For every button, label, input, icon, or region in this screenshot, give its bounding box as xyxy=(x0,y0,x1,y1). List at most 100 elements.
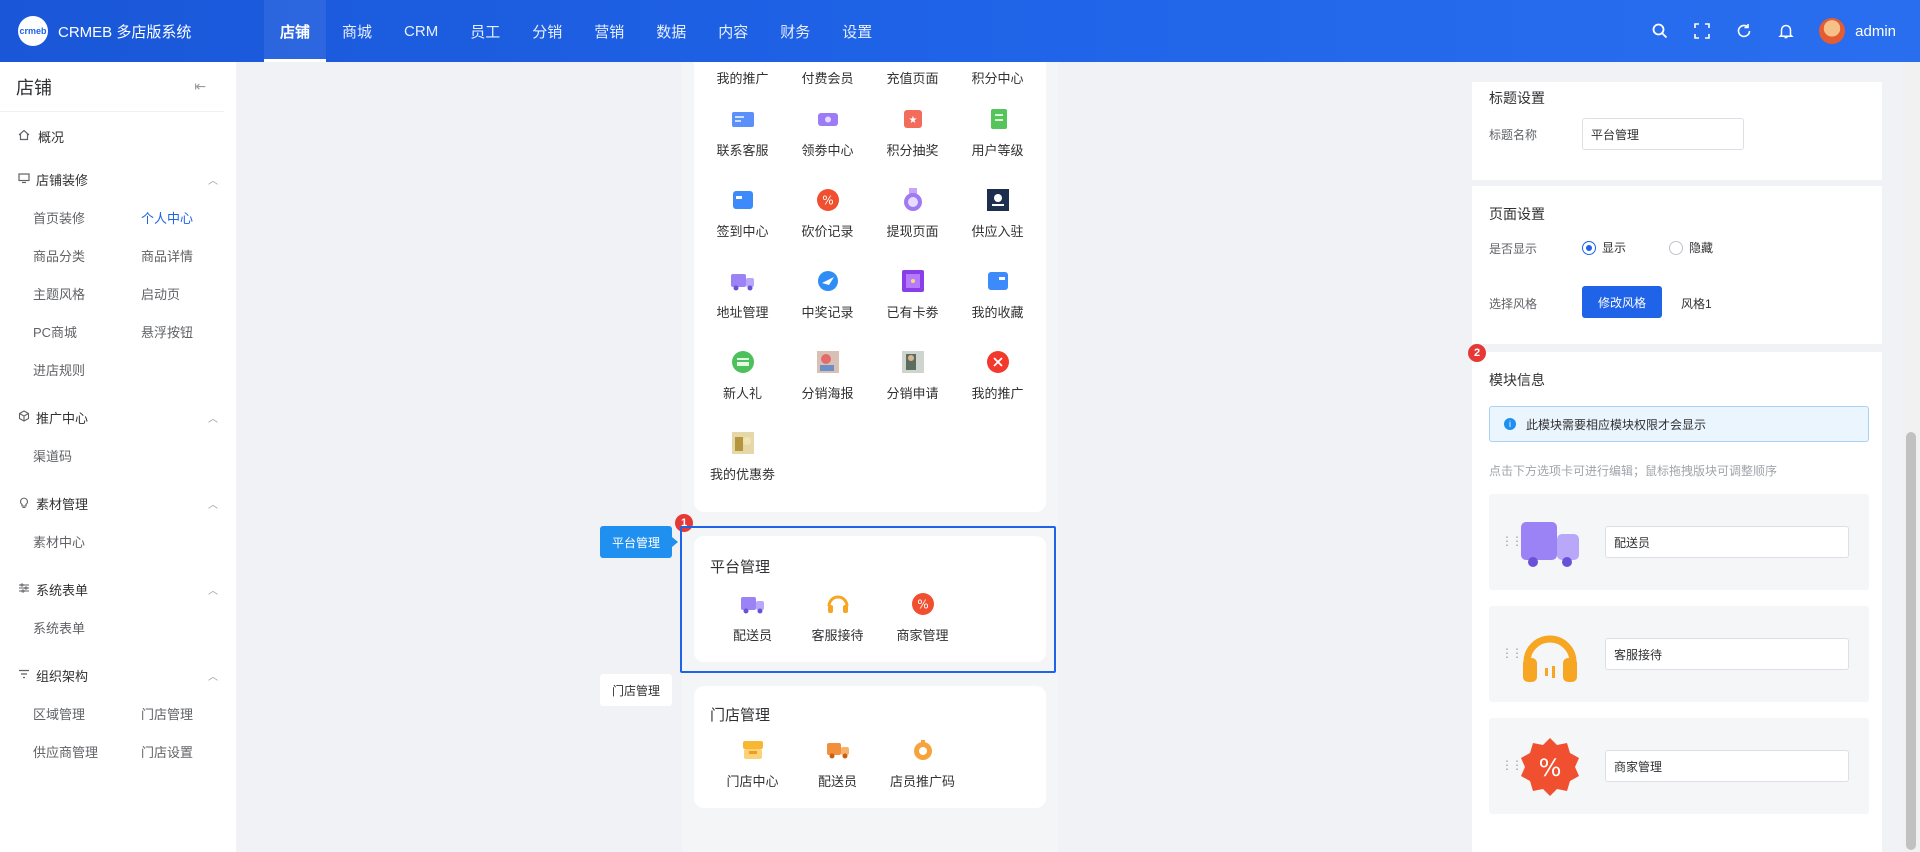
sidebar-group-head[interactable]: 素材管理 ︿ xyxy=(0,484,236,522)
sidebar-group-head[interactable]: 组织架构 ︿ xyxy=(0,656,236,694)
sidebar-item-splash[interactable]: 启动页 xyxy=(141,274,249,312)
sidebar-group-promotion: 推广中心 ︿ 渠道码 xyxy=(0,398,236,474)
menu-item[interactable]: 我的收藏 xyxy=(955,254,1040,335)
sidebar-group-head[interactable]: 推广中心 ︿ xyxy=(0,398,236,436)
scrollbar-thumb[interactable] xyxy=(1906,432,1916,850)
sidebar-group-head[interactable]: 店铺装修 ︿ xyxy=(0,160,236,198)
menu-item[interactable]: 我的优惠劵 xyxy=(700,416,785,497)
drag-handle-icon[interactable]: ⋮⋮ xyxy=(1501,758,1523,772)
module-item[interactable]: ⋮⋮ % 商家管理 xyxy=(1489,718,1869,814)
menu-item[interactable]: 付费会员 xyxy=(785,62,870,92)
module-item[interactable]: ⋮⋮ 配送员 xyxy=(1489,494,1869,590)
menu-item-label: 充值页面 xyxy=(886,71,939,86)
menu-grid-card[interactable]: 我的推广 付费会员 充值页面 积分中心 联系客服 领劵中心 ★ 积分抽奖 用户等级… xyxy=(694,62,1046,512)
nav-staff[interactable]: 员工 xyxy=(454,0,516,62)
menu-item[interactable]: 中奖记录 xyxy=(785,254,870,335)
sidebar-group-label: 素材管理 xyxy=(36,496,89,512)
platform-item[interactable]: 配送员 xyxy=(710,586,795,648)
sidebar-group-head[interactable]: 系统表单 ︿ xyxy=(0,570,236,608)
nav-finance[interactable]: 财务 xyxy=(764,0,826,62)
component-tag-platform[interactable]: 平台管理 xyxy=(600,526,679,558)
menu-item-label: 我的优惠劵 xyxy=(709,467,775,482)
radio-hide[interactable]: 隐藏 xyxy=(1669,239,1713,256)
sidebar-item-product-category[interactable]: 商品分类 xyxy=(33,236,141,274)
module-name-input[interactable]: 客服接待 xyxy=(1605,638,1849,670)
sidebar-item-region[interactable]: 区域管理 xyxy=(33,694,141,732)
menu-item[interactable]: 新人礼 xyxy=(700,335,785,416)
radio-show[interactable]: 显示 xyxy=(1582,239,1626,256)
nav-settings[interactable]: 设置 xyxy=(826,0,888,62)
nav-marketing[interactable]: 营销 xyxy=(578,0,640,62)
radio-label: 显示 xyxy=(1602,241,1627,255)
collapse-sidebar-icon[interactable]: ⇤ xyxy=(194,78,206,95)
field-label: 是否显示 xyxy=(1489,242,1538,256)
refresh-icon[interactable] xyxy=(1735,22,1753,40)
module-item[interactable]: ⋮⋮ 客服接待 xyxy=(1489,606,1869,702)
sidebar-item-system-form[interactable]: 系统表单 xyxy=(33,608,141,646)
nav-shop[interactable]: 店铺 xyxy=(264,0,327,62)
menu-item-label: 领劵中心 xyxy=(801,143,854,158)
nav-data[interactable]: 数据 xyxy=(640,0,702,62)
search-icon[interactable] xyxy=(1651,22,1669,40)
menu-item[interactable]: 积分中心 xyxy=(955,62,1040,92)
store-card[interactable]: 门店管理 门店中心 配送员 店员推广码 xyxy=(694,686,1046,808)
menu-item[interactable]: 用户等级 xyxy=(955,92,1040,173)
platform-card[interactable]: 平台管理 配送员 客服接待 % 商家管理 xyxy=(694,536,1046,662)
module-name-input[interactable]: 商家管理 xyxy=(1605,750,1849,782)
sidebar-item-pc-mall[interactable]: PC商城 xyxy=(33,312,141,350)
menu-item[interactable]: 已有卡劵 xyxy=(870,254,955,335)
menu-item[interactable]: 充值页面 xyxy=(870,62,955,92)
sidebar-item-channel-code[interactable]: 渠道码 xyxy=(33,436,141,474)
menu-item[interactable]: 提现页面 xyxy=(870,173,955,254)
menu-item-label: 付费会员 xyxy=(801,71,854,86)
brand[interactable]: crmeb CRMEB 多店版系统 xyxy=(0,16,264,46)
sidebar-item-product-detail[interactable]: 商品详情 xyxy=(141,236,249,274)
page-scrollbar[interactable] xyxy=(1902,62,1920,852)
module-name-input[interactable]: 配送员 xyxy=(1605,526,1849,558)
sidebar-item-overview[interactable]: 概况 xyxy=(0,112,236,160)
menu-item[interactable]: 分销申请 xyxy=(870,335,955,416)
sidebar-item-material-center[interactable]: 素材中心 xyxy=(33,522,141,560)
user-menu[interactable]: admin xyxy=(1819,18,1896,44)
fullscreen-icon[interactable] xyxy=(1693,22,1711,40)
sidebar-item-supplier[interactable]: 供应商管理 xyxy=(33,732,141,770)
store-item[interactable]: 店员推广码 xyxy=(880,732,965,794)
menu-item[interactable]: 地址管理 xyxy=(700,254,785,335)
points-lottery-icon: ★ xyxy=(900,106,926,132)
sidebar-item-entry-rules[interactable]: 进店规则 xyxy=(33,350,141,388)
drag-handle-icon[interactable]: ⋮⋮ xyxy=(1501,534,1523,548)
sidebar-item-personal-center[interactable]: 个人中心 xyxy=(141,198,249,236)
menu-item[interactable]: 联系客服 xyxy=(700,92,785,173)
sidebar-item-float-button[interactable]: 悬浮按钮 xyxy=(141,312,249,350)
nav-crm[interactable]: CRM xyxy=(388,0,454,62)
nav-content[interactable]: 内容 xyxy=(702,0,764,62)
menu-item-label: 我的收藏 xyxy=(971,305,1024,320)
menu-item[interactable]: 领劵中心 xyxy=(785,92,870,173)
storefront-icon xyxy=(740,737,766,763)
platform-item[interactable]: 客服接待 xyxy=(795,586,880,648)
platform-item[interactable]: % 商家管理 xyxy=(880,586,965,648)
nav-distribution[interactable]: 分销 xyxy=(516,0,578,62)
menu-item[interactable]: ★ 积分抽奖 xyxy=(870,92,955,173)
change-style-button[interactable]: 修改风格 xyxy=(1582,286,1663,318)
menu-item[interactable]: 我的推广 xyxy=(700,62,785,92)
sidebar-item-store-settings[interactable]: 门店设置 xyxy=(141,732,249,770)
store-item[interactable]: 配送员 xyxy=(795,732,880,794)
menu-item[interactable]: 供应入驻 xyxy=(955,173,1040,254)
sidebar-item-home-decor[interactable]: 首页装修 xyxy=(33,198,141,236)
sidebar-item-theme[interactable]: 主题风格 xyxy=(33,274,141,312)
component-tag-store[interactable]: 门店管理 xyxy=(600,674,673,706)
nav-mall[interactable]: 商城 xyxy=(326,0,388,62)
store-item[interactable]: 门店中心 xyxy=(710,732,795,794)
bulb-icon xyxy=(18,496,30,511)
menu-item[interactable]: 分销海报 xyxy=(785,335,870,416)
bell-icon[interactable] xyxy=(1777,22,1795,40)
menu-item[interactable]: 签到中心 xyxy=(700,173,785,254)
menu-item[interactable]: 我的推广 xyxy=(955,335,1040,416)
sidebar-item-store-manage[interactable]: 门店管理 xyxy=(141,694,249,732)
chevron-up-icon: ︿ xyxy=(208,175,218,187)
menu-item[interactable]: % 砍价记录 xyxy=(785,173,870,254)
drag-handle-icon[interactable]: ⋮⋮ xyxy=(1501,646,1523,660)
menu-item-label: 签到中心 xyxy=(716,224,769,239)
title-name-input[interactable]: 平台管理 xyxy=(1582,118,1744,150)
